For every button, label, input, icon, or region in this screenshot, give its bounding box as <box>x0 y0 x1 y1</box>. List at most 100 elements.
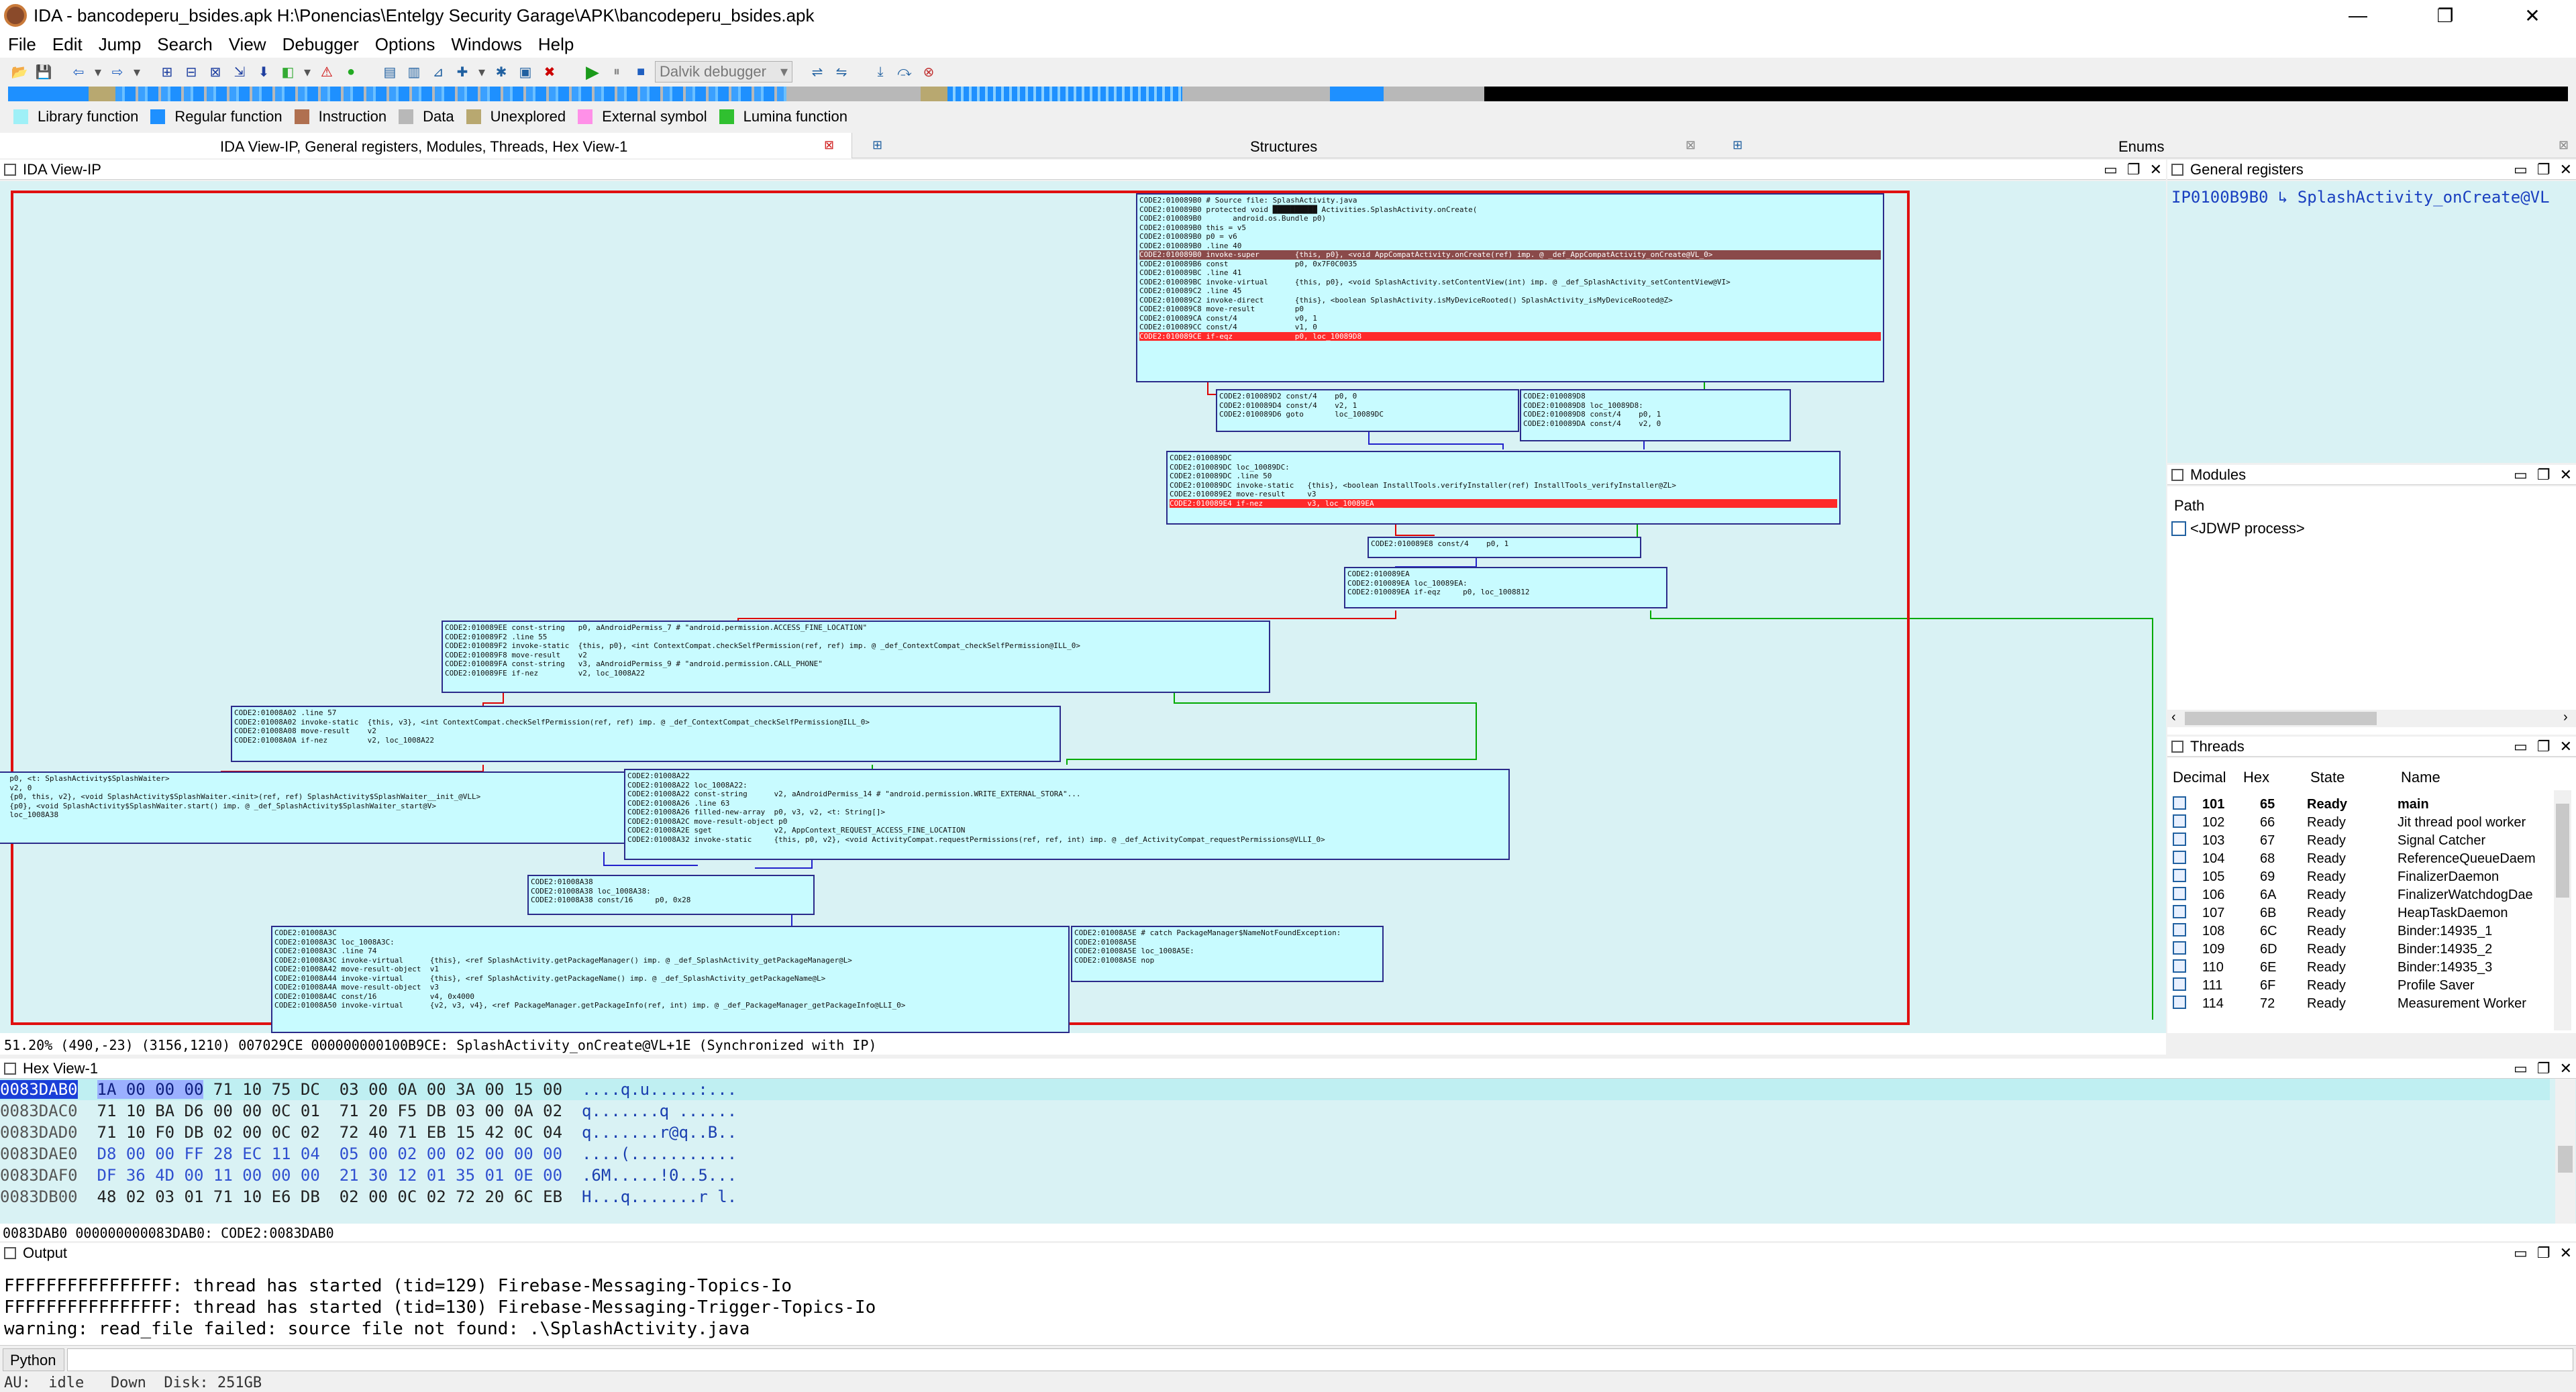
panel-maximize-icon[interactable]: ▭ <box>2514 466 2528 484</box>
graph-block-1008a22[interactable]: CODE2:01008A22 CODE2:01008A22 loc_1008A22… <box>624 769 1510 860</box>
close-x-icon[interactable]: ✖ <box>539 62 560 82</box>
script-icon[interactable]: ▣ <box>515 62 535 82</box>
hex-row[interactable]: 0083DAE0 D8 00 00 FF 28 EC 11 04 05 00 0… <box>0 1144 737 1166</box>
step-into-icon[interactable]: ⤓ <box>870 62 890 82</box>
hex-selected-bytes[interactable]: 1A 00 00 00 <box>97 1080 204 1099</box>
breakpoint-icon[interactable]: ⊗ <box>919 62 939 82</box>
menu-search[interactable]: Search <box>149 34 220 55</box>
analyze-dropdown-icon[interactable]: ▾ <box>302 62 313 82</box>
threads-vscrollbar[interactable] <box>2554 790 2571 1030</box>
menu-help[interactable]: Help <box>530 34 582 55</box>
stop-icon[interactable]: ■ <box>631 62 651 82</box>
panel-close-icon[interactable]: ✕ <box>2560 466 2572 484</box>
graph-block-10089d8[interactable]: CODE2:010089D8 CODE2:010089D8 loc_10089D8… <box>1520 389 1791 441</box>
hex-view-panel[interactable]: 0083DAB0 1A 00 00 00 71 10 75 DC 03 00 0… <box>0 1079 2576 1226</box>
graph-block-10089ea[interactable]: CODE2:010089EA CODE2:010089EA loc_10089EA… <box>1344 567 1667 608</box>
debugger-select[interactable]: Dalvik debugger ▾ <box>655 61 792 83</box>
panel-maximize-icon[interactable]: ▭ <box>2514 738 2528 755</box>
thread-row[interactable]: 110 6E Ready Binder:14935_3 <box>2173 959 2562 977</box>
navigation-band[interactable] <box>8 87 2568 101</box>
hex-row[interactable]: 0083DAB0 1A 00 00 00 71 10 75 DC 03 00 0… <box>0 1080 737 1102</box>
gear-icon[interactable]: ✱ <box>491 62 511 82</box>
tab-close-icon[interactable]: ⊠ <box>2559 138 2569 152</box>
graph-block-10089ee[interactable]: CODE2:010089EE const-string p0, aAndroid… <box>442 621 1270 693</box>
maximize-button[interactable]: ❐ <box>2402 0 2489 31</box>
panel-maximize-icon[interactable]: ▭ <box>2514 1244 2528 1262</box>
close-button[interactable]: ✕ <box>2489 0 2576 31</box>
panel-restore-icon[interactable]: ❐ <box>2127 161 2141 178</box>
thread-row[interactable]: 108 6C Ready Binder:14935_1 <box>2173 922 2562 941</box>
modules-hscrollbar[interactable]: ‹ › <box>2167 710 2576 727</box>
graph-block-1008a5e[interactable]: CODE2:01008A5E # catch PackageManager$Na… <box>1071 926 1384 982</box>
python-language-button[interactable]: Python <box>3 1348 64 1371</box>
analyze-icon[interactable]: ◧ <box>278 62 298 82</box>
panel-restore-icon[interactable]: ❐ <box>2537 738 2551 755</box>
panel-restore-icon[interactable]: ❐ <box>2537 1060 2551 1077</box>
minimize-button[interactable]: — <box>2314 0 2402 31</box>
thread-row[interactable]: 107 6B Ready HeapTaskDaemon <box>2173 904 2562 922</box>
hex-row[interactable]: 0083DAC0 71 10 BA D6 00 00 0C 01 71 20 F… <box>0 1102 737 1123</box>
graph-icon[interactable]: ⊿ <box>428 62 448 82</box>
menu-jump[interactable]: Jump <box>91 34 150 55</box>
command-input[interactable] <box>67 1348 2573 1371</box>
panel-restore-icon[interactable]: ❐ <box>2537 161 2551 178</box>
graph-block-splashwaiter[interactable]: p0, <t: SplashActivity$SplashWaiter> v2,… <box>0 771 625 844</box>
col-state[interactable]: State <box>2310 769 2401 786</box>
panel-maximize-icon[interactable]: ▭ <box>2514 1060 2528 1077</box>
graph-block-1008a38[interactable]: CODE2:01008A38 CODE2:01008A38 loc_1008A38… <box>527 875 815 915</box>
menu-windows[interactable]: Windows <box>443 34 529 55</box>
green-circle-icon[interactable]: ● <box>341 62 361 82</box>
modules-path-header[interactable]: Path <box>2174 497 2204 515</box>
thread-row[interactable]: 109 6D Ready Binder:14935_2 <box>2173 941 2562 959</box>
panel-maximize-icon[interactable]: ▭ <box>2104 161 2118 178</box>
open-folder-icon[interactable]: 📂 <box>9 62 30 82</box>
down-arrow-icon[interactable]: ⬇ <box>254 62 274 82</box>
back-dropdown-icon[interactable]: ▾ <box>93 62 103 82</box>
xref-icon[interactable]: ✚ <box>452 62 472 82</box>
jump-icon[interactable]: ⇲ <box>229 62 250 82</box>
graph-block-10089dc[interactable]: CODE2:010089DC CODE2:010089DC loc_10089DC… <box>1166 451 1841 525</box>
thread-row[interactable]: 106 6A Ready FinalizerWatchdogDae <box>2173 886 2562 904</box>
tab-structures[interactable]: Structures ⊠ <box>866 133 1708 158</box>
col-name[interactable]: Name <box>2401 769 2535 786</box>
menu-view[interactable]: View <box>221 34 274 55</box>
hex-row[interactable]: 0083DB00 48 02 03 01 71 10 E6 DB 02 00 0… <box>0 1187 737 1209</box>
graph-block-1008a02[interactable]: CODE2:01008A02 .line 57 CODE2:01008A02 in… <box>231 706 1061 762</box>
enum-icon[interactable]: ▥ <box>404 62 424 82</box>
binary-search-icon[interactable]: ⊞ <box>157 62 177 82</box>
panel-restore-icon[interactable]: ❐ <box>2537 1244 2551 1262</box>
panel-close-icon[interactable]: ✕ <box>2560 1244 2572 1262</box>
menu-file[interactable]: File <box>0 34 44 55</box>
panel-restore-icon[interactable]: ❐ <box>2537 466 2551 484</box>
module-row[interactable]: <JDWP process> <box>2171 520 2305 537</box>
thread-row[interactable]: 103 67 Ready Signal Catcher <box>2173 832 2562 850</box>
hex-row[interactable]: 0083DAF0 DF 36 4D 00 11 00 00 00 21 30 1… <box>0 1166 737 1187</box>
graph-block-10089e8[interactable]: CODE2:010089E8 const/4 p0, 1 <box>1368 537 1641 558</box>
forward-dropdown-icon[interactable]: ▾ <box>132 62 142 82</box>
ip-register-row[interactable]: IP0100B9B0 ↳ SplashActivity_onCreate@VL <box>2171 188 2550 207</box>
thread-row[interactable]: 104 68 Ready ReferenceQueueDaem <box>2173 850 2562 868</box>
thread-row[interactable]: 114 72 Ready Measurement Worker <box>2173 995 2562 1013</box>
thread-row[interactable]: 102 66 Ready Jit thread pool worker <box>2173 814 2562 832</box>
hex-search-icon[interactable]: ⊠ <box>205 62 225 82</box>
menu-edit[interactable]: Edit <box>44 34 91 55</box>
tab-enums[interactable]: Enums ⊠ <box>1708 133 2576 158</box>
panel-close-icon[interactable]: ✕ <box>2560 738 2572 755</box>
tab-ida-view-group[interactable]: IDA View-IP, General registers, Modules,… <box>0 133 852 158</box>
hex-row[interactable]: 0083DAD0 71 10 F0 DB 02 00 0C 02 72 40 7… <box>0 1123 737 1144</box>
attach-icon[interactable]: ⇌ <box>807 62 827 82</box>
graph-view[interactable]: CODE2:010089B0 # Source file: SplashActi… <box>0 181 2166 1033</box>
graph-block-oncreate[interactable]: CODE2:010089B0 # Source file: SplashActi… <box>1136 193 1884 382</box>
panel-close-icon[interactable]: ✕ <box>2560 1060 2572 1077</box>
menu-debugger[interactable]: Debugger <box>274 34 367 55</box>
col-decimal[interactable]: Decimal <box>2173 769 2243 786</box>
save-icon[interactable]: 💾 <box>34 62 54 82</box>
thread-row[interactable]: 105 69 Ready FinalizerDaemon <box>2173 868 2562 886</box>
step-over-icon[interactable]: ⤼ <box>894 62 915 82</box>
col-hex[interactable]: Hex <box>2243 769 2310 786</box>
forward-arrow-icon[interactable]: ⇨ <box>107 62 127 82</box>
menu-options[interactable]: Options <box>367 34 444 55</box>
play-icon[interactable]: ▶ <box>582 62 603 82</box>
graph-block-1008a3c[interactable]: CODE2:01008A3C CODE2:01008A3C loc_1008A3C… <box>271 926 1070 1033</box>
detach-icon[interactable]: ⇋ <box>831 62 852 82</box>
